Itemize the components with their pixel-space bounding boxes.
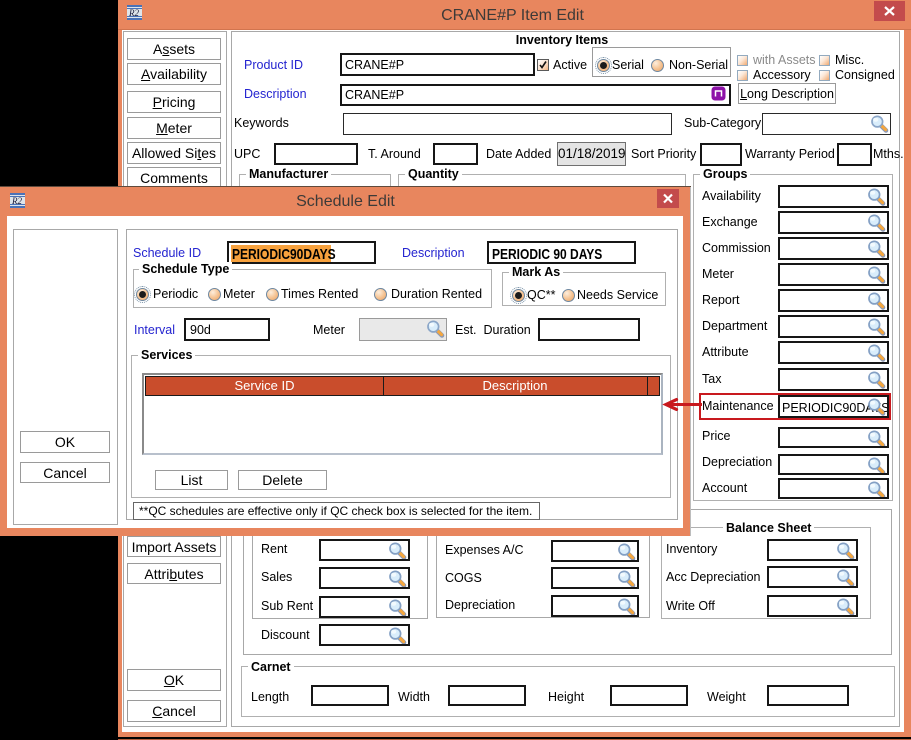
svg-text:R2: R2 [11,196,22,206]
svg-text:R2: R2 [128,8,139,18]
